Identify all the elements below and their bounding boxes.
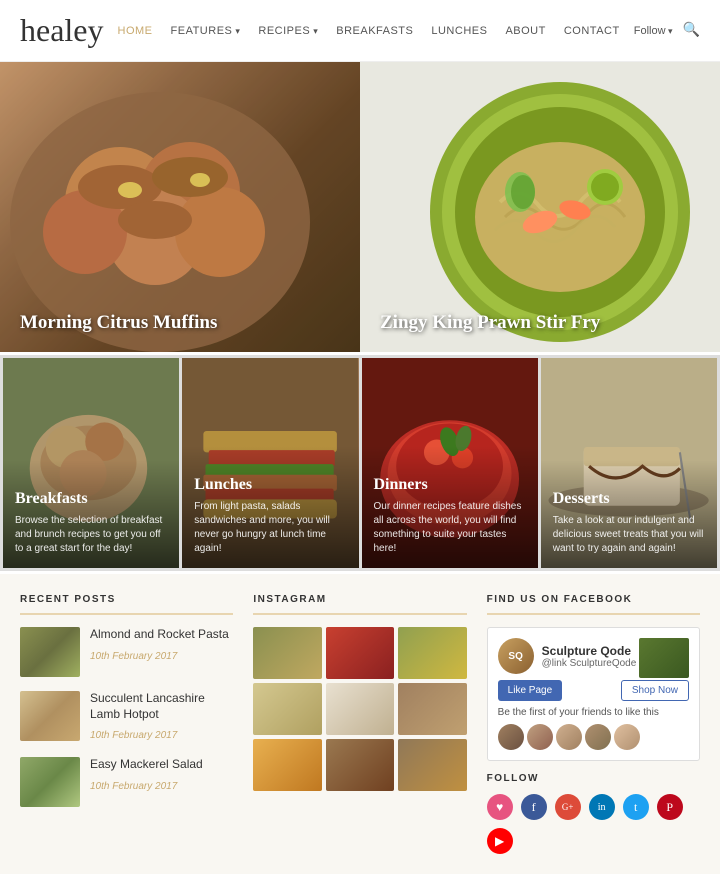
desserts-desc: Take a look at our indulgent and delicio… bbox=[553, 514, 705, 556]
desserts-title: Desserts bbox=[553, 490, 705, 508]
breakfasts-overlay: Breakfasts Browse the selection of break… bbox=[3, 460, 179, 568]
fb-avatar-3 bbox=[556, 724, 582, 750]
bottom-section: RECENT POSTS Almond and Rocket Pasta 10t… bbox=[0, 574, 720, 874]
logo[interactable]: healey bbox=[20, 12, 104, 49]
insta-cell-5[interactable] bbox=[326, 683, 394, 735]
recent-posts-section: RECENT POSTS Almond and Rocket Pasta 10t… bbox=[20, 594, 233, 854]
facebook-box: SQ Sculpture Qode @link SculptureQode Li… bbox=[487, 627, 700, 761]
fb-friends-avatars bbox=[498, 724, 689, 750]
post-title-2[interactable]: Succulent Lancashire Lamb Hotpot bbox=[90, 691, 233, 722]
dinners-overlay: Dinners Our dinner recipes feature dishe… bbox=[362, 446, 538, 568]
nav-recipes[interactable]: RECIPES bbox=[258, 25, 318, 37]
hero-grid: Morning Citrus Muffins bbox=[0, 62, 720, 352]
lunches-title: Lunches bbox=[194, 476, 346, 494]
breakfasts-desc: Browse the selection of breakfast and br… bbox=[15, 514, 167, 556]
nav-about[interactable]: ABOUT bbox=[505, 25, 545, 37]
fb-promo-text: Be the first of your friends to like thi… bbox=[498, 707, 689, 718]
instagram-section: INSTAGRAM bbox=[253, 594, 466, 854]
nav-features[interactable]: FEATURES bbox=[171, 25, 241, 37]
post-info-2: Succulent Lancashire Lamb Hotpot 10th Fe… bbox=[90, 691, 233, 743]
category-grid: Breakfasts Browse the selection of break… bbox=[0, 355, 720, 571]
social-pinterest-icon[interactable]: P bbox=[657, 794, 683, 820]
fb-shop-button[interactable]: Shop Now bbox=[621, 680, 689, 701]
post-info-1: Almond and Rocket Pasta 10th February 20… bbox=[90, 627, 233, 664]
facebook-follow-section: FIND US ON FACEBOOK SQ Sculpture Qode @l… bbox=[487, 594, 700, 854]
insta-cell-6[interactable] bbox=[398, 683, 466, 735]
post-thumb-2 bbox=[20, 691, 80, 741]
fb-page-logo: SQ bbox=[498, 638, 534, 674]
instagram-title: INSTAGRAM bbox=[253, 594, 466, 615]
nav-breakfasts[interactable]: BREAKFASTS bbox=[336, 25, 413, 37]
insta-cell-4[interactable] bbox=[253, 683, 321, 735]
category-dinners[interactable]: Dinners Our dinner recipes feature dishe… bbox=[362, 358, 538, 568]
category-breakfasts[interactable]: Breakfasts Browse the selection of break… bbox=[3, 358, 179, 568]
social-linkedin-icon[interactable]: in bbox=[589, 794, 615, 820]
insta-cell-7[interactable] bbox=[253, 739, 321, 791]
post-thumb-3 bbox=[20, 757, 80, 807]
lunches-desc: From light pasta, salads sandwiches and … bbox=[194, 500, 346, 556]
hero-item-2[interactable]: Zingy King Prawn Stir Fry bbox=[360, 62, 720, 352]
hero-item-1[interactable]: Morning Citrus Muffins bbox=[0, 62, 360, 352]
post-date-3: 10th February 2017 bbox=[90, 781, 177, 792]
follow-section: FOLLOW ♥ f G+ in t P ▶ bbox=[487, 773, 700, 854]
search-icon[interactable]: 🔍 bbox=[683, 22, 700, 39]
insta-cell-1[interactable] bbox=[253, 627, 321, 679]
fb-avatar-5 bbox=[614, 724, 640, 750]
header-right: Follow 🔍 bbox=[634, 22, 700, 39]
follow-title: FOLLOW bbox=[487, 773, 700, 784]
nav-home[interactable]: HOME bbox=[118, 25, 153, 37]
post-item-2: Succulent Lancashire Lamb Hotpot 10th Fe… bbox=[20, 691, 233, 743]
post-thumb-1 bbox=[20, 627, 80, 677]
fb-page-handle: @link SculptureQode bbox=[542, 658, 637, 669]
fb-avatar-1 bbox=[498, 724, 524, 750]
follow-dropdown[interactable]: Follow bbox=[634, 25, 673, 37]
post-date-2: 10th February 2017 bbox=[90, 730, 177, 741]
hero-caption-1: Morning Citrus Muffins bbox=[20, 312, 217, 334]
fb-like-button[interactable]: Like Page bbox=[498, 680, 562, 701]
post-title-3[interactable]: Easy Mackerel Salad bbox=[90, 757, 233, 773]
fb-page-info: Sculpture Qode @link SculptureQode bbox=[542, 644, 637, 669]
social-youtube-icon[interactable]: ▶ bbox=[487, 828, 513, 854]
nav-lunches[interactable]: LUNCHES bbox=[431, 25, 487, 37]
recent-posts-title: RECENT POSTS bbox=[20, 594, 233, 615]
fb-avatar-2 bbox=[527, 724, 553, 750]
fb-actions: Like Page Shop Now bbox=[498, 680, 689, 701]
insta-cell-9[interactable] bbox=[398, 739, 466, 791]
hero-caption-2: Zingy King Prawn Stir Fry bbox=[380, 312, 600, 334]
dinners-desc: Our dinner recipes feature dishes all ac… bbox=[374, 500, 526, 556]
nav-contact[interactable]: CONTACT bbox=[564, 25, 620, 37]
main-nav: HOME FEATURES RECIPES BREAKFASTS LUNCHES… bbox=[118, 25, 620, 37]
facebook-title: FIND US ON FACEBOOK bbox=[487, 594, 700, 615]
site-header: healey HOME FEATURES RECIPES BREAKFASTS … bbox=[0, 0, 720, 62]
post-item-3: Easy Mackerel Salad 10th February 2017 bbox=[20, 757, 233, 807]
fb-header-wrap: SQ Sculpture Qode @link SculptureQode bbox=[498, 638, 689, 674]
post-item-1: Almond and Rocket Pasta 10th February 20… bbox=[20, 627, 233, 677]
category-desserts[interactable]: Desserts Take a look at our indulgent an… bbox=[541, 358, 717, 568]
instagram-grid bbox=[253, 627, 466, 791]
insta-cell-2[interactable] bbox=[326, 627, 394, 679]
fb-page-name: Sculpture Qode bbox=[542, 644, 637, 658]
social-icons: ♥ f G+ in t P ▶ bbox=[487, 794, 700, 854]
breakfasts-title: Breakfasts bbox=[15, 490, 167, 508]
social-twitter-icon[interactable]: t bbox=[623, 794, 649, 820]
lunches-overlay: Lunches From light pasta, salads sandwic… bbox=[182, 446, 358, 568]
post-date-1: 10th February 2017 bbox=[90, 651, 177, 662]
fb-avatar-4 bbox=[585, 724, 611, 750]
insta-cell-3[interactable] bbox=[398, 627, 466, 679]
fb-corner-image bbox=[639, 638, 689, 678]
desserts-overlay: Desserts Take a look at our indulgent an… bbox=[541, 460, 717, 568]
insta-cell-8[interactable] bbox=[326, 739, 394, 791]
post-title-1[interactable]: Almond and Rocket Pasta bbox=[90, 627, 233, 643]
social-gplus-icon[interactable]: G+ bbox=[555, 794, 581, 820]
dinners-title: Dinners bbox=[374, 476, 526, 494]
social-heart-icon[interactable]: ♥ bbox=[487, 794, 513, 820]
post-info-3: Easy Mackerel Salad 10th February 2017 bbox=[90, 757, 233, 794]
social-facebook-icon[interactable]: f bbox=[521, 794, 547, 820]
category-lunches[interactable]: Lunches From light pasta, salads sandwic… bbox=[182, 358, 358, 568]
